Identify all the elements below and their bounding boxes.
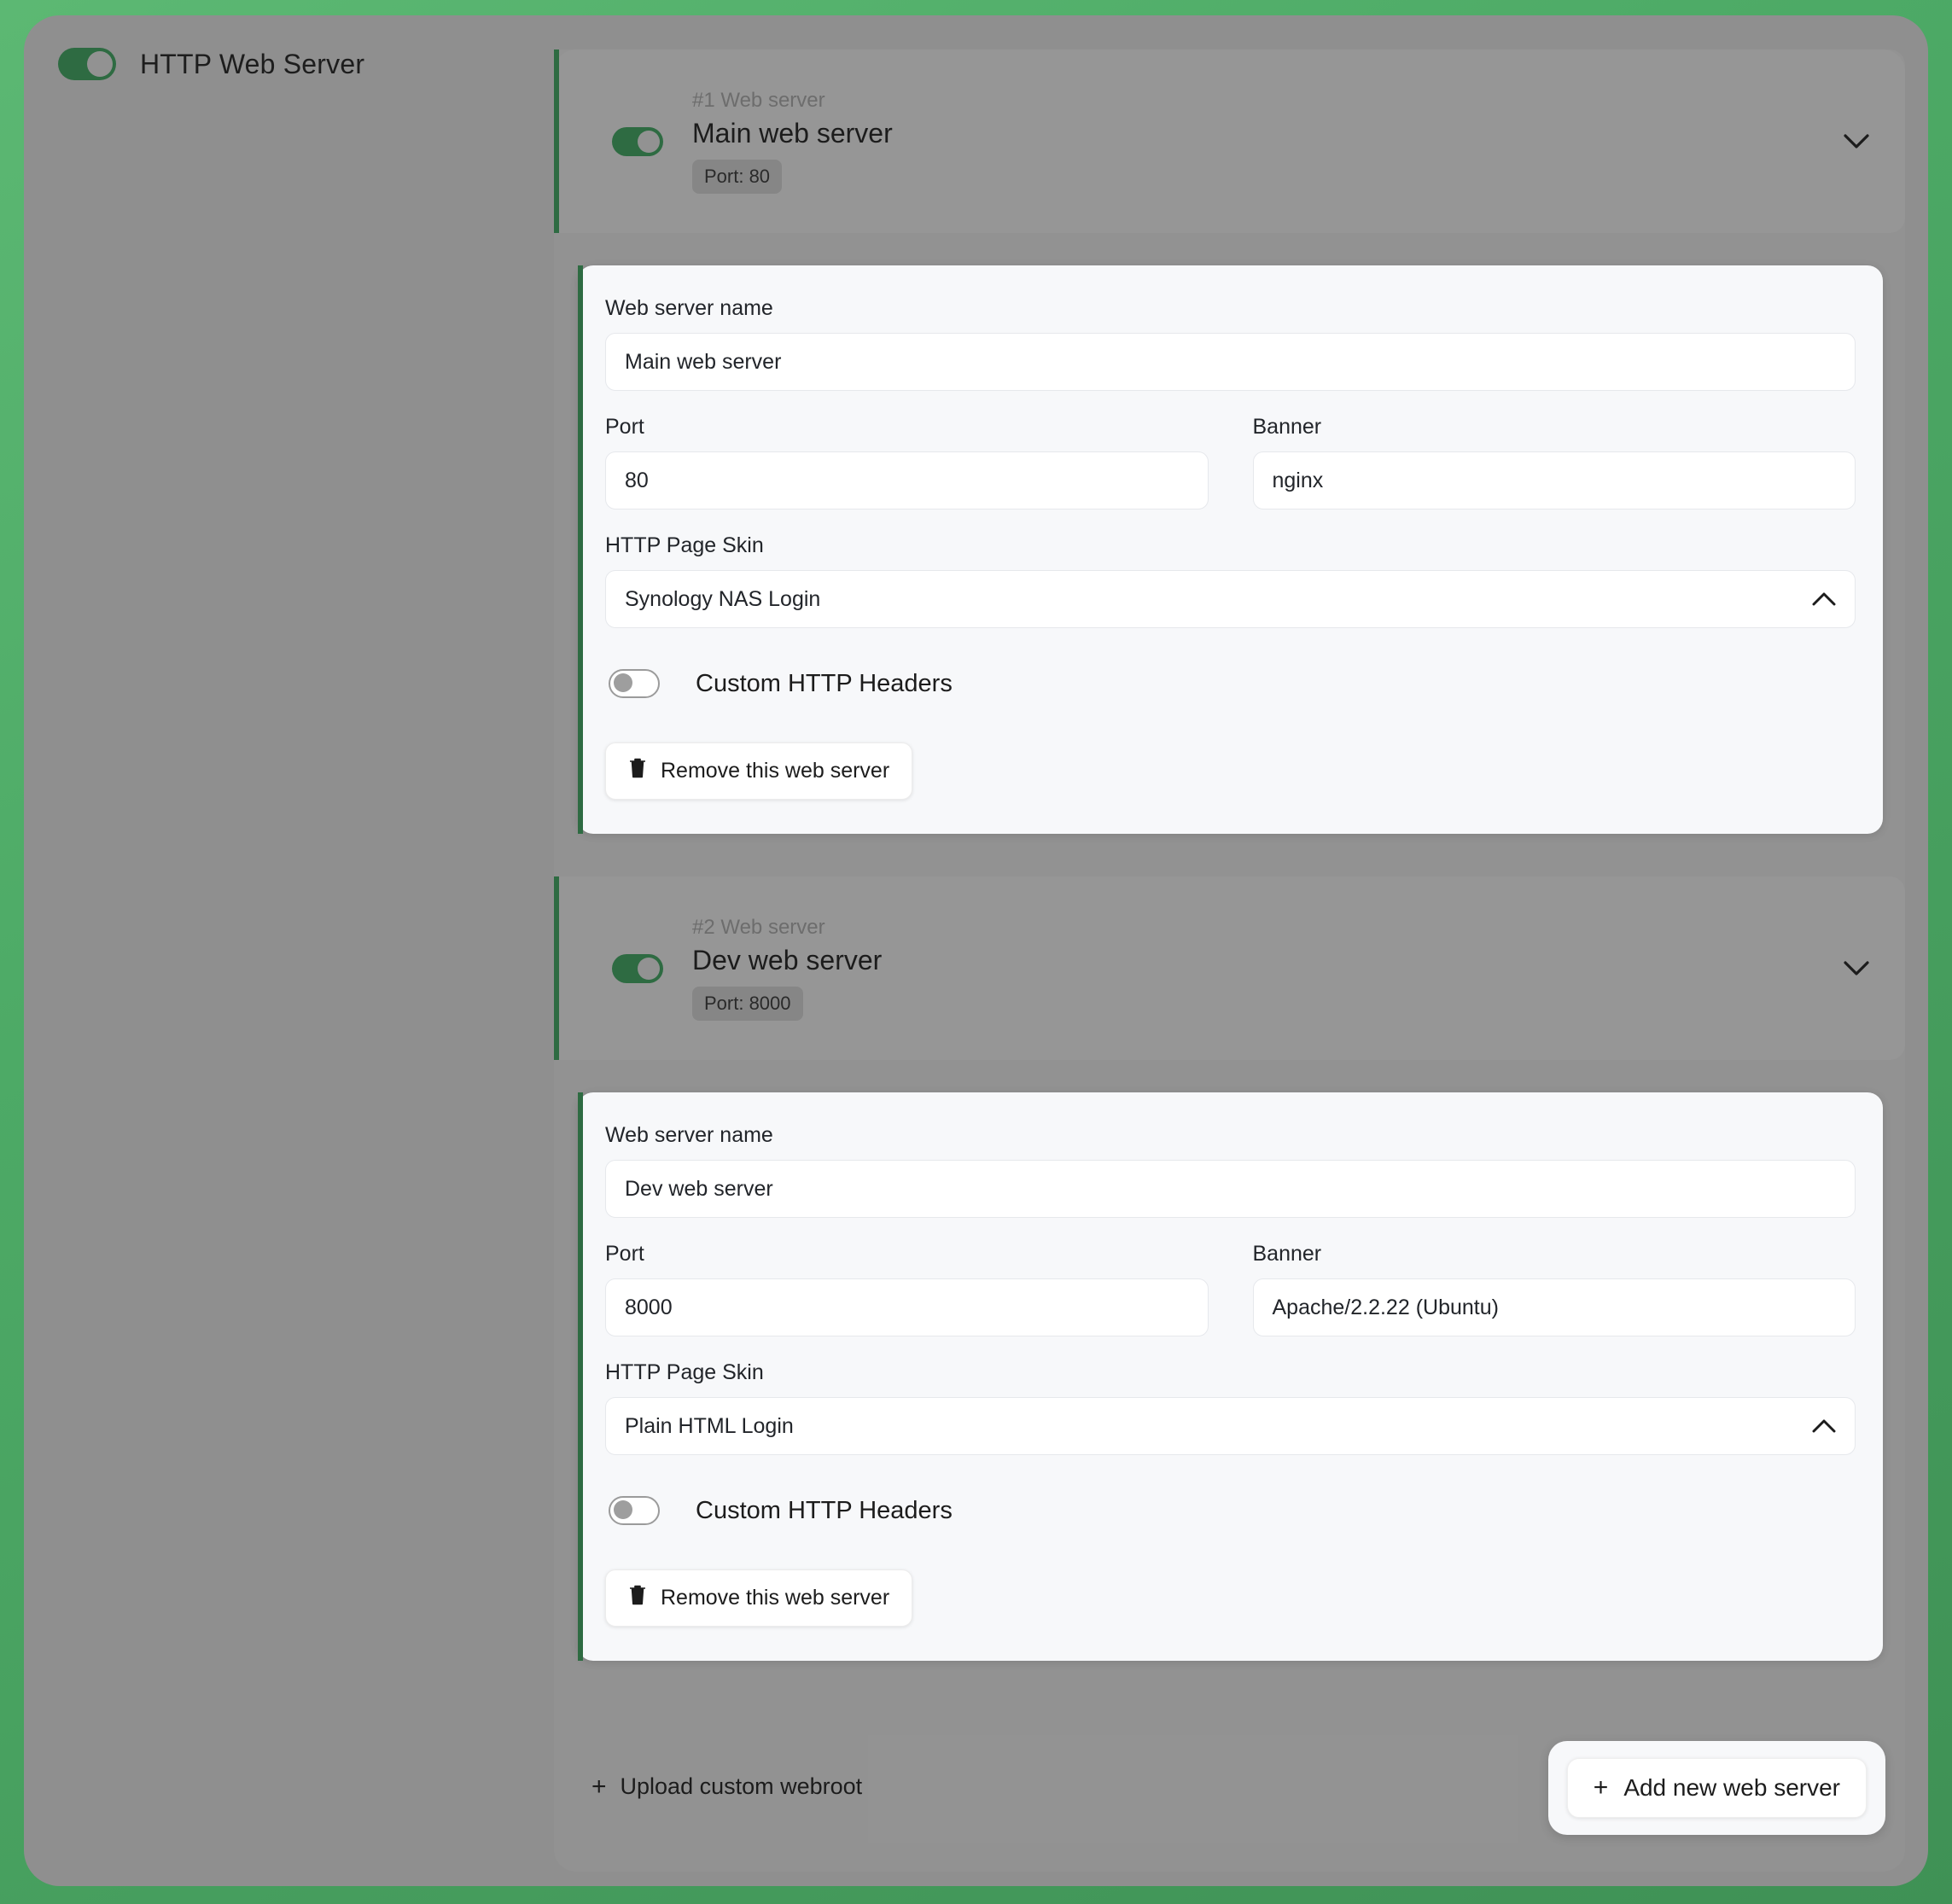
- toggle-knob: [638, 957, 660, 980]
- trash-icon: [628, 757, 647, 785]
- custom-http-headers-row-1: Custom HTTP Headers: [609, 669, 1856, 698]
- input-web-server-name-2[interactable]: Dev web server: [605, 1160, 1856, 1218]
- toggle-knob: [638, 130, 660, 153]
- chevron-down-icon[interactable]: [1842, 127, 1871, 156]
- field-port-1: Port 80: [605, 415, 1209, 509]
- upload-custom-webroot-button[interactable]: + Upload custom webroot: [591, 1773, 862, 1800]
- label-web-server-name-2: Web server name: [605, 1123, 773, 1147]
- input-port-2[interactable]: 8000: [605, 1278, 1209, 1336]
- web-server-index-label-1: #1 Web server: [692, 89, 825, 112]
- web-servers-panel: #1 Web server Main web server Port: 80 W…: [554, 49, 1905, 1872]
- field-banner-1: Banner nginx: [1252, 415, 1856, 509]
- label-banner-1: Banner: [1252, 415, 1322, 439]
- add-new-web-server-button[interactable]: + Add new web server: [1566, 1758, 1867, 1818]
- web-server-header-1[interactable]: #1 Web server Main web server Port: 80: [554, 49, 1905, 233]
- select-value-http-page-skin-2: Plain HTML Login: [625, 1413, 794, 1438]
- label-http-page-skin-2: HTTP Page Skin: [605, 1360, 764, 1384]
- input-web-server-name-1[interactable]: Main web server: [605, 333, 1856, 391]
- field-port-2: Port 8000: [605, 1242, 1209, 1336]
- input-port-1[interactable]: 80: [605, 451, 1209, 509]
- label-http-page-skin-1: HTTP Page Skin: [605, 533, 764, 557]
- web-server-form-2: Web server name Dev web server Port 8000…: [578, 1092, 1883, 1661]
- web-server-card-2: #2 Web server Dev web server Port: 8000 …: [554, 876, 1905, 1661]
- remove-web-server-button-2[interactable]: Remove this web server: [605, 1569, 913, 1627]
- web-server-card-1: #1 Web server Main web server Port: 80 W…: [554, 49, 1905, 834]
- toggle-knob: [614, 673, 632, 692]
- web-server-port-badge-1: Port: 80: [692, 160, 783, 194]
- label-port-1: Port: [605, 415, 644, 439]
- label-port-2: Port: [605, 1242, 644, 1266]
- select-value-http-page-skin-1: Synology NAS Login: [625, 586, 821, 611]
- web-server-name-label-1: Main web server: [692, 118, 893, 148]
- label-banner-2: Banner: [1252, 1242, 1322, 1266]
- web-server-header-text-2: #2 Web server Dev web server Port: 8000: [692, 916, 1825, 1021]
- web-server-index-label-2: #2 Web server: [692, 916, 825, 939]
- field-banner-2: Banner Apache/2.2.22 (Ubuntu): [1252, 1242, 1856, 1336]
- web-server-enable-toggle-2[interactable]: [612, 953, 663, 983]
- web-server-port-badge-2: Port: 8000: [692, 987, 803, 1021]
- field-http-page-skin-2: HTTP Page Skin Plain HTML Login: [605, 1360, 1856, 1455]
- web-server-header-text-1: #1 Web server Main web server Port: 80: [692, 89, 1825, 194]
- field-web-server-name-2: Web server name Dev web server: [605, 1123, 1856, 1218]
- custom-http-headers-row-2: Custom HTTP Headers: [609, 1496, 1856, 1525]
- plus-icon: +: [591, 1772, 607, 1801]
- page-title: HTTP Web Server: [140, 48, 365, 79]
- chevron-up-icon: [1812, 587, 1836, 612]
- field-web-server-name-1: Web server name Main web server: [605, 296, 1856, 391]
- port-banner-row-1: Port 80 Banner nginx: [605, 415, 1856, 509]
- add-new-web-server-label: Add new web server: [1623, 1774, 1840, 1801]
- panel-footer: + Upload custom webroot + Add new web se…: [554, 1732, 1904, 1860]
- http-web-server-master-toggle[interactable]: [58, 48, 116, 80]
- label-web-server-name-1: Web server name: [605, 296, 773, 320]
- master-toggle-row: HTTP Web Server: [58, 48, 364, 80]
- remove-web-server-label-1: Remove this web server: [661, 759, 890, 783]
- chevron-up-icon: [1812, 1414, 1836, 1439]
- custom-http-headers-toggle-1[interactable]: [609, 669, 660, 698]
- add-web-server-container: + Add new web server: [1547, 1741, 1885, 1835]
- web-server-form-1: Web server name Main web server Port 80 …: [578, 265, 1883, 834]
- select-http-page-skin-1[interactable]: Synology NAS Login: [605, 570, 1856, 628]
- remove-web-server-button-1[interactable]: Remove this web server: [605, 742, 913, 800]
- input-banner-2[interactable]: Apache/2.2.22 (Ubuntu): [1252, 1278, 1856, 1336]
- plus-icon: +: [1593, 1773, 1609, 1802]
- trash-icon: [628, 1584, 647, 1612]
- port-banner-row-2: Port 8000 Banner Apache/2.2.22 (Ubuntu): [605, 1242, 1856, 1336]
- web-server-enable-toggle-1[interactable]: [612, 126, 663, 156]
- remove-web-server-label-2: Remove this web server: [661, 1586, 890, 1610]
- app-shell: HTTP Web Server #1 Web server Main web s…: [24, 15, 1928, 1886]
- input-banner-1[interactable]: nginx: [1252, 451, 1856, 509]
- toggle-knob: [87, 51, 113, 77]
- accent-rail: [578, 1092, 583, 1661]
- toggle-knob: [614, 1500, 632, 1519]
- web-server-name-label-2: Dev web server: [692, 945, 883, 975]
- accent-rail: [578, 265, 583, 834]
- web-server-header-2[interactable]: #2 Web server Dev web server Port: 8000: [554, 876, 1905, 1060]
- upload-custom-webroot-label: Upload custom webroot: [620, 1773, 863, 1799]
- custom-http-headers-toggle-2[interactable]: [609, 1496, 660, 1525]
- custom-http-headers-label-1: Custom HTTP Headers: [696, 669, 953, 697]
- field-http-page-skin-1: HTTP Page Skin Synology NAS Login: [605, 533, 1856, 628]
- chevron-down-icon[interactable]: [1842, 954, 1871, 983]
- custom-http-headers-label-2: Custom HTTP Headers: [696, 1496, 953, 1524]
- select-http-page-skin-2[interactable]: Plain HTML Login: [605, 1397, 1856, 1455]
